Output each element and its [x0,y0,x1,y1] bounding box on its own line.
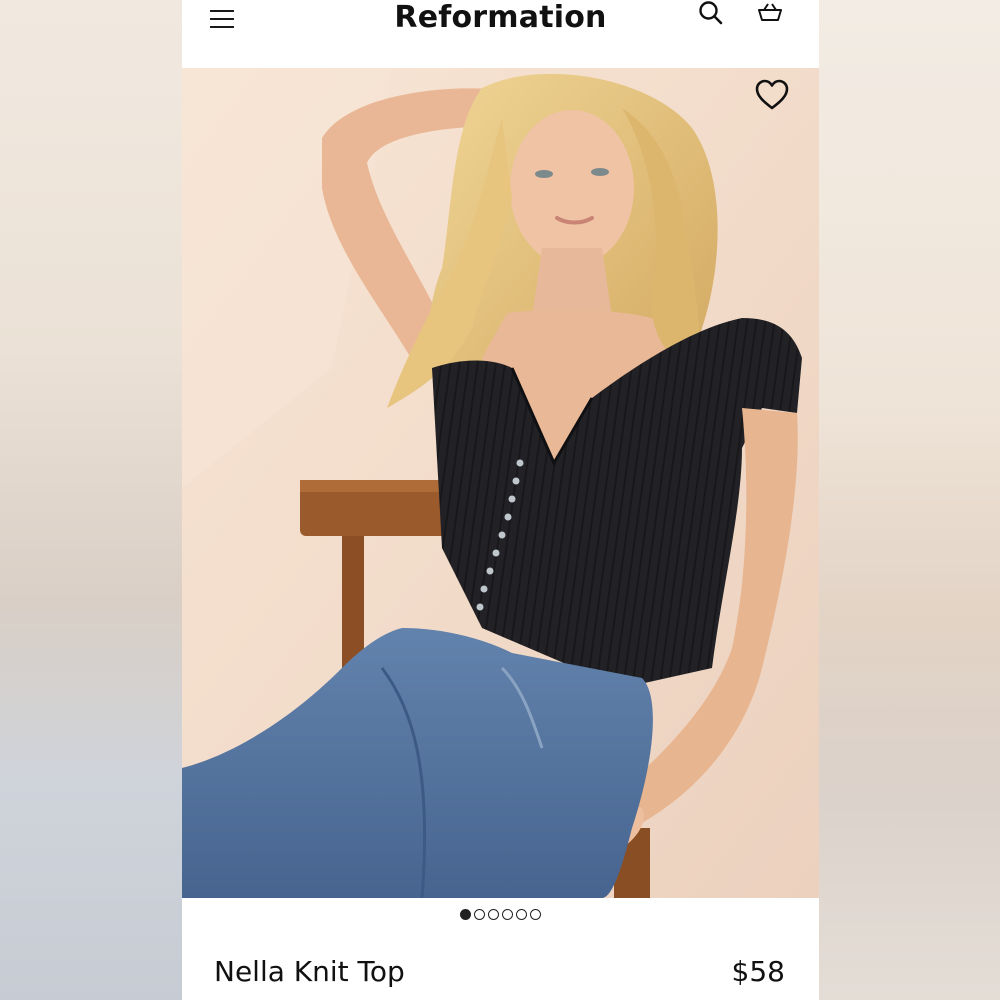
heart-icon[interactable] [754,78,790,112]
shopping-basket-icon[interactable] [757,0,783,24]
background-blur-left [0,0,182,1000]
carousel-dot-6[interactable] [530,909,541,920]
background-blur-right [819,0,1000,1000]
product-name: Nella Knit Top [214,955,405,988]
mobile-screen: Reformation Nella Knit Top $58 [182,0,819,1000]
site-header: Reformation [182,0,819,68]
search-icon[interactable] [698,0,724,26]
model-illustration [182,68,819,898]
carousel-dot-2[interactable] [474,909,485,920]
carousel-indicators [182,909,819,927]
product-photo[interactable] [182,68,819,898]
carousel-dot-3[interactable] [488,909,499,920]
carousel-dot-1[interactable] [460,909,471,920]
carousel-dot-4[interactable] [502,909,513,920]
product-price: $58 [731,955,785,988]
carousel-dot-5[interactable] [516,909,527,920]
